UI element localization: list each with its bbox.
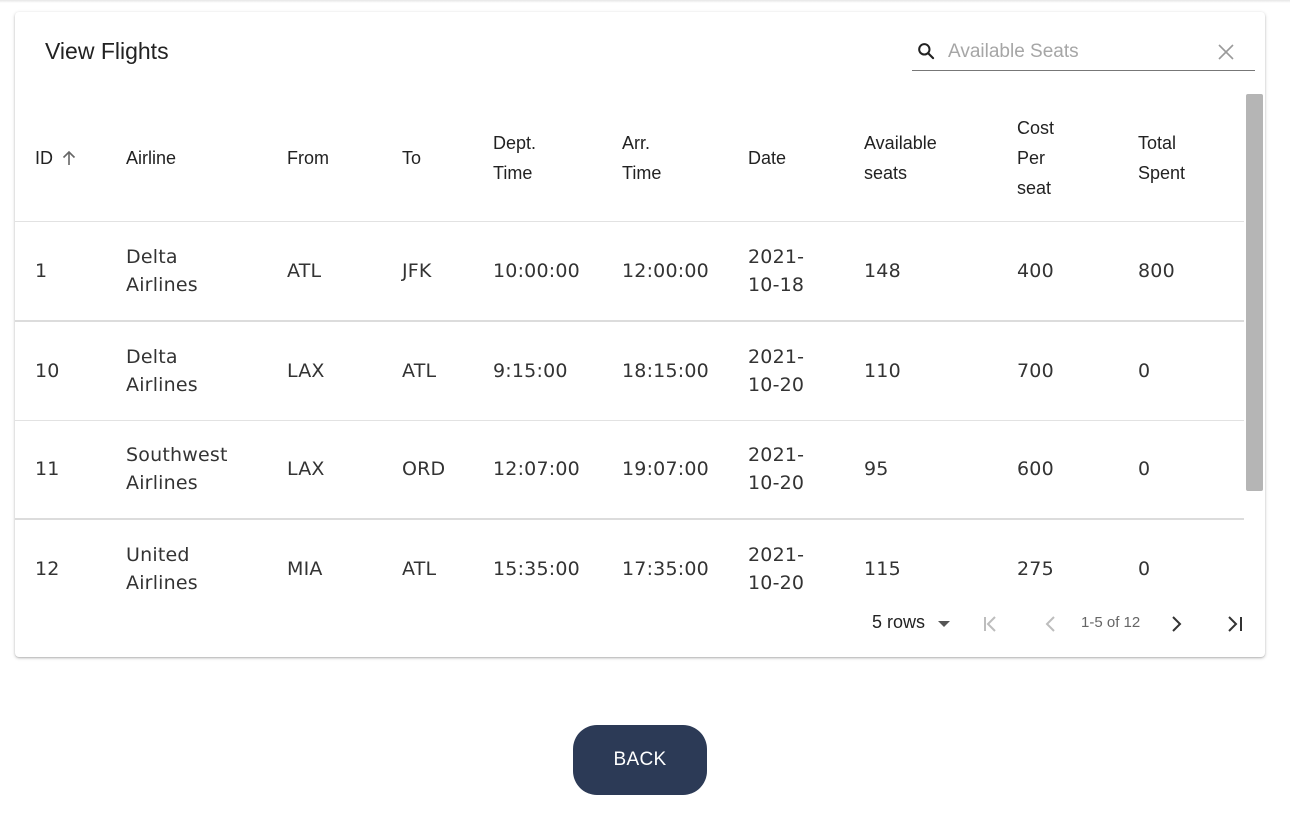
cell-total-spent: 0 [1138, 558, 1151, 580]
table-row[interactable]: 1 Delta Airlines ATL JFK 10:00:00 12:00:0… [15, 222, 1244, 322]
table-header: ID Airline From To Dept. Time Arr. Time … [15, 94, 1244, 222]
previous-page-icon[interactable] [1040, 613, 1062, 635]
cell-total-spent: 0 [1138, 360, 1151, 382]
cell-arr-time: 19:07:00 [622, 458, 709, 480]
cell-dept-time: 9:15:00 [493, 360, 568, 382]
cell-date: 2021- 10-20 [748, 346, 805, 396]
next-page-icon[interactable] [1165, 613, 1187, 635]
column-header-date[interactable]: Date [748, 94, 786, 221]
table-scrollbar-thumb[interactable] [1246, 94, 1263, 491]
cell-available-seats: 115 [864, 558, 901, 580]
cell-id: 11 [35, 458, 60, 480]
cell-to: ORD [402, 458, 446, 480]
cell-arr-time: 18:15:00 [622, 360, 709, 382]
cell-from: LAX [287, 360, 325, 382]
column-header-to[interactable]: To [402, 94, 421, 221]
search-input[interactable] [946, 39, 1220, 65]
cell-to: ATL [402, 558, 437, 580]
table-row[interactable]: 12 United Airlines MIA ATL 15:35:00 17:35… [15, 520, 1244, 602]
cell-date: 2021- 10-20 [748, 544, 805, 594]
last-page-icon[interactable] [1224, 613, 1246, 635]
column-header-total-spent[interactable]: Total Spent [1138, 94, 1185, 221]
cell-dept-time: 12:07:00 [493, 458, 580, 480]
rows-per-page-value: 5 rows [872, 612, 926, 632]
cell-from: ATL [287, 260, 322, 282]
flights-table: ID Airline From To Dept. Time Arr. Time … [15, 94, 1244, 602]
column-header-dept-time[interactable]: Dept. Time [493, 94, 536, 221]
table-row[interactable]: 11 Southwest Airlines LAX ORD 12:07:00 19… [15, 420, 1244, 520]
cell-to: ATL [402, 360, 437, 382]
page-title: View Flights [45, 38, 169, 64]
column-header-id[interactable]: ID [35, 94, 77, 221]
back-button[interactable]: BACK [573, 725, 707, 795]
rows-per-page-select[interactable]: 5 rows [872, 612, 951, 633]
cell-arr-time: 17:35:00 [622, 558, 709, 580]
cell-from: MIA [287, 558, 323, 580]
cell-available-seats: 110 [864, 360, 901, 382]
top-shadow [0, 0, 1290, 3]
cell-dept-time: 10:00:00 [493, 260, 580, 282]
cell-cost-per-seat: 400 [1017, 260, 1054, 282]
cell-to: JFK [402, 260, 432, 282]
clear-search-icon[interactable] [1217, 43, 1235, 61]
cell-airline: Southwest Airlines [126, 444, 228, 494]
cell-available-seats: 95 [864, 458, 889, 480]
cell-id: 12 [35, 558, 60, 580]
search-field[interactable] [912, 36, 1255, 71]
column-header-available-seats[interactable]: Available seats [864, 94, 937, 221]
cell-from: LAX [287, 458, 325, 480]
cell-dept-time: 15:35:00 [493, 558, 580, 580]
cell-cost-per-seat: 275 [1017, 558, 1054, 580]
cell-cost-per-seat: 700 [1017, 360, 1054, 382]
cell-cost-per-seat: 600 [1017, 458, 1054, 480]
column-header-cost-per-seat[interactable]: Cost Per seat [1017, 94, 1054, 221]
cell-arr-time: 12:00:00 [622, 260, 709, 282]
sort-ascending-icon[interactable] [61, 150, 77, 166]
caret-down-icon [938, 620, 951, 627]
cell-airline: Delta Airlines [126, 346, 198, 396]
table-pagination: 5 rows 1-5 of 12 [15, 602, 1265, 652]
cell-airline: United Airlines [126, 544, 198, 594]
search-icon [918, 43, 935, 60]
column-header-airline[interactable]: Airline [126, 94, 176, 221]
table-row[interactable]: 10 Delta Airlines LAX ATL 9:15:00 18:15:0… [15, 322, 1244, 421]
cell-airline: Delta Airlines [126, 246, 198, 296]
cell-id: 10 [35, 360, 60, 382]
column-header-arr-time[interactable]: Arr. Time [622, 94, 661, 221]
cell-date: 2021- 10-18 [748, 246, 805, 296]
column-header-from[interactable]: From [287, 94, 329, 221]
cell-date: 2021- 10-20 [748, 444, 805, 494]
cell-available-seats: 148 [864, 260, 901, 282]
flights-table-card: View Flights ID Airline From [15, 12, 1265, 657]
cell-id: 1 [35, 260, 48, 282]
first-page-icon[interactable] [980, 613, 1002, 635]
cell-total-spent: 800 [1138, 260, 1175, 282]
cell-total-spent: 0 [1138, 458, 1151, 480]
page-range: 1-5 of 12 [1081, 614, 1141, 631]
